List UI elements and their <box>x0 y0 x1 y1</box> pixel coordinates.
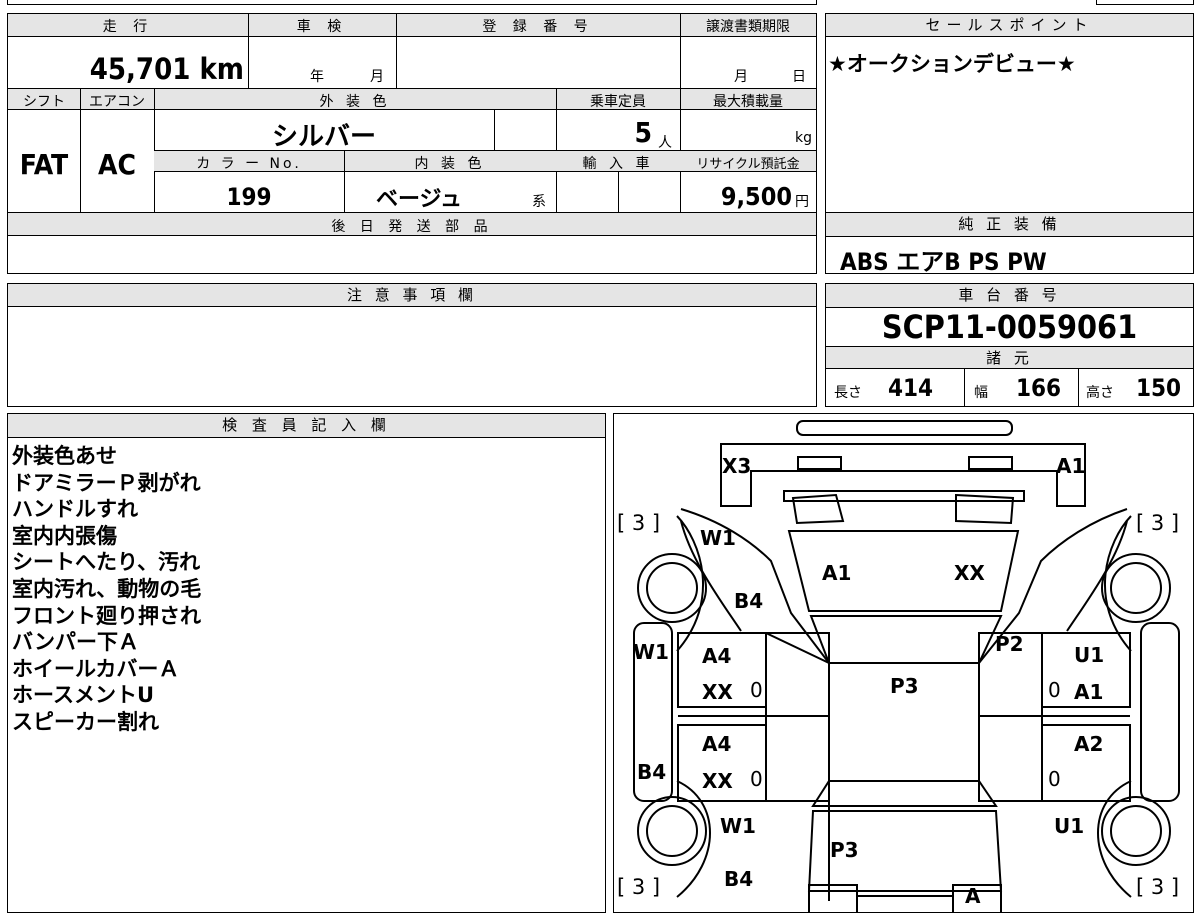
mark-b4-front-left: B4 <box>734 589 764 613</box>
equipment-text: ABS エアB PS PW <box>840 248 1047 276</box>
mark-p3-trunk: P3 <box>830 838 859 862</box>
mark-w1-front-left: W1 <box>700 526 736 550</box>
inspector-box: 検 査 員 記 入 欄 外装色あせ ドアミラーＰ剥がれ ハンドルすれ 室内内張傷 シート… <box>7 413 606 913</box>
notes-section: 注 意 事 項 欄 <box>7 283 817 407</box>
mark-a1-hood: A1 <box>822 561 852 585</box>
mark-u1-right-door: U1 <box>1074 643 1105 667</box>
specs-label: 諸 元 <box>826 346 1193 369</box>
deadline-day: 日 <box>792 69 806 85</box>
mark-a1-top: A1 <box>1056 454 1086 478</box>
mark-w1-rear-left: W1 <box>720 814 756 838</box>
mark-xx-hood: XX <box>954 561 985 585</box>
top-right-cutoff <box>1096 0 1194 5</box>
length-label: 長さ <box>834 385 862 401</box>
mark-a1-right-door: A1 <box>1074 680 1104 704</box>
load-unit: kg <box>795 130 812 146</box>
capacity-unit: 人 <box>658 135 672 151</box>
recycle-value: 9,500 <box>720 182 792 211</box>
inspector-notes-list: 外装色あせ ドアミラーＰ剥がれ ハンドルすれ 室内内張傷 シートへたり、汚れ 室内汚れ、動… <box>12 443 201 736</box>
mark-b4-rear: B4 <box>724 867 754 891</box>
inspector-note-item: シートへたり、汚れ <box>12 550 201 575</box>
equipment-box: 純 正 装 備 ABS エアB PS PW <box>825 212 1194 276</box>
mark-xx-rear: XX <box>702 769 733 793</box>
aircon-label: エアコン <box>89 94 145 110</box>
inspector-note-item: バンパー下Ａ <box>12 630 140 655</box>
length-value: 414 <box>888 374 934 402</box>
inspector-note-item: ホイールカバーＡ <box>12 656 180 681</box>
registration-label: 登 録 番 号 <box>482 19 594 35</box>
mark-xx-front-door: XX <box>702 680 733 704</box>
interior-color-label: 内 装 色 <box>414 156 486 172</box>
capacity-label: 乗車定員 <box>590 94 646 110</box>
inspector-note-item: ホースメントU <box>12 683 155 708</box>
year-unit: 年 <box>310 69 324 85</box>
exterior-color-value: シルバー <box>271 122 376 152</box>
inspector-label: 検 査 員 記 入 欄 <box>8 414 605 438</box>
capacity-value: 5 <box>634 116 652 149</box>
notes-section-label: 注 意 事 項 欄 <box>8 284 816 307</box>
height-value: 150 <box>1136 374 1182 402</box>
car-outline-svg <box>633 420 1180 912</box>
transfer-deadline-label: 譲渡書類期限 <box>706 19 790 35</box>
equipment-label: 純 正 装 備 <box>826 213 1193 237</box>
shift-value: FAT <box>19 148 69 181</box>
mark-zero-1: 0 <box>750 678 763 702</box>
car-diagram: [ 3 ] [ 3 ] [ 3 ] [ 3 ] X3 A1 W1 A1 XX B… <box>613 413 1194 913</box>
mark-u1-rear-right: U1 <box>1054 814 1085 838</box>
inspector-note-item: ドアミラーＰ剥がれ <box>12 470 201 495</box>
mark-p2: P2 <box>995 632 1024 656</box>
mark-a2-rear: A2 <box>1074 732 1104 756</box>
mark-a4-rear: A4 <box>702 732 732 756</box>
interior-color-value: ベージュ <box>375 187 463 212</box>
mark-x3: X3 <box>722 454 752 478</box>
color-no-value: 199 <box>226 183 272 211</box>
mark-w1-left: W1 <box>633 640 669 664</box>
mark-a-bottom: A <box>965 884 981 908</box>
inspector-note-item: 外装色あせ <box>12 444 117 468</box>
sales-point-label: セールスポイント <box>826 14 1193 37</box>
width-label: 幅 <box>974 385 988 401</box>
sales-point-text: ★オークションデビュー★ <box>828 52 1076 76</box>
tire-mark-rear-right: [ 3 ] <box>1136 875 1180 899</box>
max-load-label: 最大積載量 <box>713 94 783 110</box>
inspection-label: 車 検 <box>296 19 348 35</box>
mark-zero-4: 0 <box>1048 767 1061 791</box>
color-no-label: カ ラ ー No. <box>196 156 302 172</box>
vehicle-info-table: 走 行 車 検 登 録 番 号 譲渡書類期限 45,701 km 年 月 月 日… <box>7 13 817 274</box>
mark-a4-front-door: A4 <box>702 644 732 668</box>
mileage-label: 走 行 <box>102 19 154 35</box>
mark-zero-2: 0 <box>1048 678 1061 702</box>
inspector-note-item: フロント廻り押され <box>12 603 201 628</box>
tire-mark-front-right: [ 3 ] <box>1136 511 1180 535</box>
width-value: 166 <box>1016 374 1062 402</box>
tire-mark-rear-left: [ 3 ] <box>617 875 661 899</box>
recycle-label: リサイクル預託金 <box>696 157 800 172</box>
top-cutoff-strip <box>7 0 817 5</box>
chassis-label: 車 台 番 号 <box>826 284 1193 308</box>
later-parts-label: 後 日 発 送 部 品 <box>331 219 493 235</box>
recycle-unit: 円 <box>795 194 809 210</box>
month-unit: 月 <box>370 69 384 85</box>
chassis-box: 車 台 番 号 SCP11-0059061 諸 元 長さ 414 幅 166 高… <box>825 283 1194 407</box>
mark-zero-3: 0 <box>750 767 763 791</box>
inspector-note-item: 室内汚れ、動物の毛 <box>12 576 202 601</box>
mileage-value: 45,701 km <box>89 52 244 86</box>
mark-b4-left: B4 <box>637 760 667 784</box>
shift-label: シフト <box>23 94 65 110</box>
inspector-note-item: スピーカー割れ <box>12 709 159 734</box>
height-label: 高さ <box>1086 385 1114 401</box>
exterior-color-label: 外 装 色 <box>319 94 391 110</box>
inspector-note-item: 室内内張傷 <box>12 523 117 548</box>
sales-point-box: セールスポイント ★オークションデビュー★ <box>825 13 1194 213</box>
import-label: 輸 入 車 <box>582 156 654 172</box>
interior-color-suffix: 系 <box>532 194 546 210</box>
aircon-value: AC <box>98 148 136 181</box>
chassis-number: SCP11-0059061 <box>881 308 1138 346</box>
inspector-note-item: ハンドルすれ <box>12 497 138 522</box>
tire-mark-front-left: [ 3 ] <box>617 511 661 535</box>
deadline-month: 月 <box>734 69 748 85</box>
mark-p3-roof: P3 <box>890 674 919 698</box>
